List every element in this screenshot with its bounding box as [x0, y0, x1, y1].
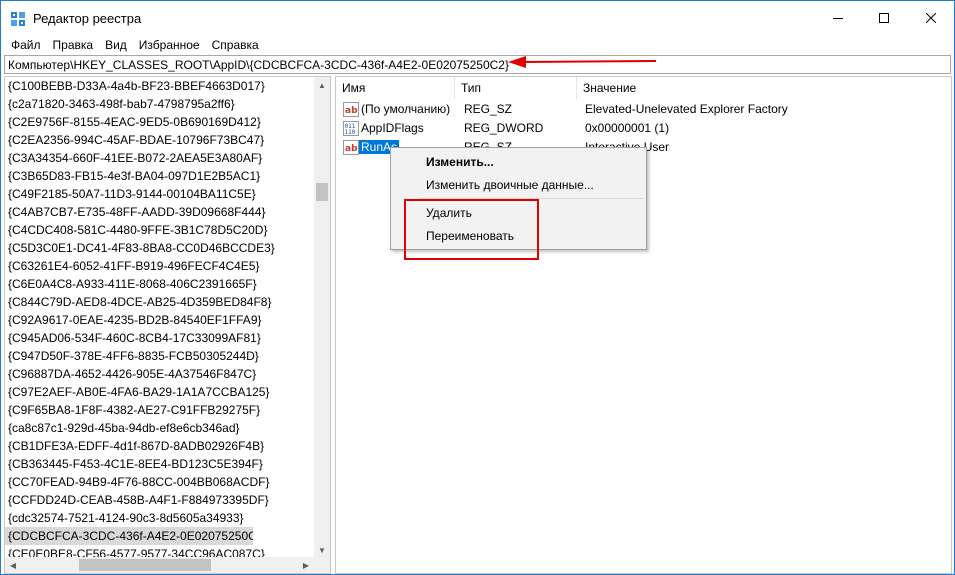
menu-favorites[interactable]: Избранное [133, 35, 206, 55]
tree-item[interactable]: {CCFDD24D-CEAB-458B-A4F1-F884973395DF} [5, 491, 315, 509]
tree-item[interactable]: {C5D3C0E1-DC41-4F83-8BA8-CC0D46BCCDE3} [5, 239, 315, 257]
context-menu-modify-binary[interactable]: Изменить двоичные данные... [391, 174, 646, 196]
tree-item[interactable]: {CC70FEAD-94B9-4F76-88CC-004BB068ACDF} [5, 473, 315, 491]
registry-editor-icon [11, 12, 25, 26]
key-tree-list: {C100BEBB-D33A-4a4b-BF23-BBEF4663D017} {c… [5, 77, 315, 563]
scroll-down-icon[interactable]: ▼ [314, 542, 330, 558]
value-type: REG_DWORD [464, 121, 544, 135]
svg-text:110: 110 [345, 129, 356, 136]
value-row[interactable]: 011 110 AppIDFlags REG_DWORD 0x00000001 … [336, 119, 951, 138]
value-type: REG_SZ [464, 102, 513, 116]
tree-item[interactable]: {cdc32574-7521-4124-90c3-8d5605a34933} [5, 509, 315, 527]
tree-item[interactable]: {C4AB7CB7-E735-48FF-AADD-39D09668F444} [5, 203, 315, 221]
tree-item[interactable]: {C2E9756F-8155-4EAC-9ED5-0B690169D412} [5, 113, 315, 131]
tree-item[interactable]: {C100BEBB-D33A-4a4b-BF23-BBEF4663D017} [5, 77, 315, 95]
registry-editor-window: Редактор реестра Файл Правка Вид Избранн… [0, 0, 955, 575]
maximize-button[interactable] [861, 1, 907, 35]
tree-item[interactable]: {ca8c87c1-929d-45ba-94db-ef8e6cb346ad} [5, 419, 315, 437]
value-name: (По умолчанию) [361, 102, 451, 116]
tree-item[interactable]: {C947D50F-378E-4FF6-8835-FCB50305244D} [5, 347, 315, 365]
tree-horizontal-scroll-thumb[interactable] [79, 559, 211, 571]
close-button[interactable] [908, 1, 954, 35]
tree-vertical-scrollbar[interactable]: ▲ ▼ [314, 77, 330, 558]
column-header-name[interactable]: Имя [336, 77, 455, 99]
scroll-left-icon[interactable]: ◀ [5, 557, 21, 573]
tree-item[interactable]: {CB1DFE3A-EDFF-4d1f-867D-8ADB02926F4B} [5, 437, 315, 455]
tree-item[interactable]: {C945AD06-534F-460C-8CB4-17C33099AF81} [5, 329, 315, 347]
tree-item[interactable]: {C96887DA-4652-4426-905E-4A37546F847C} [5, 365, 315, 383]
tree-item[interactable]: {CB363445-F453-4C1E-8EE4-BD123C5E394F} [5, 455, 315, 473]
column-header-value[interactable]: Значение [577, 77, 951, 99]
tree-item[interactable]: {C63261E4-6052-41FF-B919-496FECF4C4E5} [5, 257, 315, 275]
tree-item-selected[interactable]: {CDCBCFCA-3CDC-436f-A4E2-0E02075250C2} [5, 527, 253, 545]
tree-item[interactable]: {C2EA2356-994C-45AF-BDAE-10796F73BC47} [5, 131, 315, 149]
tree-item[interactable]: {C6E0A4C8-A933-411E-8068-406C2391665F} [5, 275, 315, 293]
tree-item[interactable]: {C4CDC408-581C-4480-9FFE-3B1C78D5C20D} [5, 221, 315, 239]
binary-value-icon: 011 110 [343, 121, 359, 136]
address-path: Компьютер\HKEY_CLASSES_ROOT\AppID\{CDCBC… [8, 58, 509, 72]
svg-text:ab: ab [345, 144, 358, 154]
window-title: Редактор реестра [33, 11, 142, 26]
scroll-up-icon[interactable]: ▲ [314, 77, 330, 93]
tree-item[interactable]: {C844C79D-AED8-4DCE-AB25-4D359BED84F8} [5, 293, 315, 311]
menu-file[interactable]: Файл [5, 35, 47, 55]
tree-item[interactable]: {C97E2AEF-AB0E-4FA6-BA29-1A1A7CCBA125} [5, 383, 315, 401]
context-menu-modify[interactable]: Изменить... [391, 151, 646, 173]
value-data: 0x00000001 (1) [585, 121, 670, 135]
string-value-icon: ab [343, 140, 359, 155]
value-data: Elevated-Unelevated Explorer Factory [585, 102, 788, 116]
menu-view[interactable]: Вид [99, 35, 133, 55]
column-header-type[interactable]: Тип [455, 77, 577, 99]
address-bar[interactable]: Компьютер\HKEY_CLASSES_ROOT\AppID\{CDCBC… [4, 55, 951, 74]
tree-item[interactable]: {C49F2185-50A7-11D3-9144-00104BA11C5E} [5, 185, 315, 203]
tree-horizontal-scrollbar[interactable]: ◀ ▶ [5, 557, 330, 573]
minimize-button[interactable] [815, 1, 861, 35]
minimize-icon [833, 18, 843, 19]
tree-item[interactable]: {c2a71820-3463-498f-bab7-4798795a2ff6} [5, 95, 315, 113]
tree-item[interactable]: {C92A9617-0EAE-4235-BD2B-84540EF1FFA9} [5, 311, 315, 329]
maximize-icon [879, 13, 889, 23]
title-bar[interactable]: Редактор реестра [1, 1, 954, 35]
tree-item[interactable]: {C3A34354-660F-41EE-B072-2AEA5E3A80AF} [5, 149, 315, 167]
close-icon [926, 13, 936, 23]
tree-item[interactable]: {C9F65BA8-1F8F-4382-AE27-C91FFB29275F} [5, 401, 315, 419]
value-name: AppIDFlags [361, 121, 424, 135]
key-tree-pane[interactable]: {C100BEBB-D33A-4a4b-BF23-BBEF4663D017} {c… [4, 76, 331, 574]
value-row[interactable]: ab (По умолчанию) REG_SZ Elevated-Unelev… [336, 100, 951, 119]
tree-vertical-scroll-thumb[interactable] [316, 183, 328, 201]
red-highlight-box [404, 199, 539, 260]
svg-text:ab: ab [345, 106, 358, 116]
menu-help[interactable]: Справка [206, 35, 265, 55]
string-value-icon: ab [343, 102, 359, 117]
scroll-right-icon[interactable]: ▶ [298, 557, 314, 573]
menu-edit[interactable]: Правка [47, 35, 100, 55]
menu-bar: Файл Правка Вид Избранное Справка [1, 35, 954, 55]
red-arrow-annotation-icon [508, 56, 657, 68]
tree-item[interactable]: {C3B65D83-FB15-4e3f-BA04-097D1E2B5AC1} [5, 167, 315, 185]
